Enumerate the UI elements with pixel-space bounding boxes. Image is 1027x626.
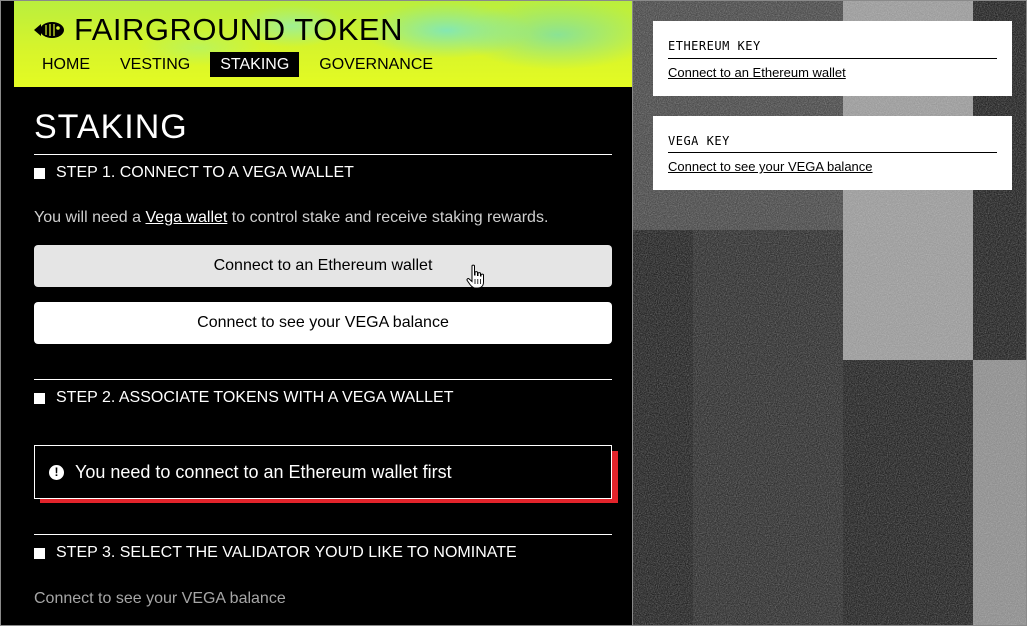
error-message: You need to connect to an Ethereum walle… [75, 461, 452, 482]
divider [34, 154, 612, 155]
card-divider [668, 152, 997, 153]
helper-prefix: You will need a [34, 209, 146, 226]
step-square-icon [34, 167, 45, 179]
step-square-icon [34, 547, 45, 559]
divider [34, 534, 612, 535]
connect-vega-link[interactable]: Connect to see your VEGA balance [668, 159, 873, 174]
staking-panel: FAIRGROUND TOKEN HOME VESTING STAKING GO… [14, 0, 633, 626]
ethereum-key-card: ETHEREUM KEY Connect to an Ethereum wall… [653, 21, 1012, 96]
vega-key-card: VEGA KEY Connect to see your VEGA balanc… [653, 116, 1012, 190]
nav-staking[interactable]: STAKING [210, 52, 300, 77]
vega-wallet-link[interactable]: Vega wallet [146, 209, 228, 226]
divider [34, 379, 612, 380]
fish-logo-icon[interactable] [32, 18, 66, 42]
step2-heading-text: STEP 2. ASSOCIATE TOKENS WITH A VEGA WAL… [56, 389, 454, 406]
step1-heading: STEP 1. CONNECT TO A VEGA WALLET [34, 164, 354, 182]
main-nav: HOME VESTING STAKING GOVERNANCE [32, 52, 453, 77]
error-callout: ! You need to connect to an Ethereum wal… [34, 445, 612, 499]
site-header: FAIRGROUND TOKEN HOME VESTING STAKING GO… [14, 0, 632, 87]
step3-connect-vega-link[interactable]: Connect to see your VEGA balance [34, 590, 286, 608]
connect-vega-button[interactable]: Connect to see your VEGA balance [34, 302, 612, 344]
nav-governance[interactable]: GOVERNANCE [309, 52, 443, 77]
vega-key-title: VEGA KEY [668, 134, 730, 148]
nav-home[interactable]: HOME [32, 52, 100, 77]
connect-ethereum-button[interactable]: Connect to an Ethereum wallet [34, 245, 612, 287]
card-divider [668, 58, 997, 59]
step2-heading: STEP 2. ASSOCIATE TOKENS WITH A VEGA WAL… [34, 389, 453, 407]
connect-ethereum-link[interactable]: Connect to an Ethereum wallet [668, 65, 846, 80]
helper-suffix: to control stake and receive staking rew… [227, 209, 549, 226]
hand-pointer-cursor-icon [466, 264, 484, 289]
ethereum-key-title: ETHEREUM KEY [668, 39, 761, 53]
alert-icon: ! [49, 464, 64, 480]
page-title: STAKING [34, 108, 188, 146]
brand-title[interactable]: FAIRGROUND TOKEN [74, 12, 403, 48]
step3-heading: STEP 3. SELECT THE VALIDATOR YOU'D LIKE … [34, 544, 517, 562]
step1-heading-text: STEP 1. CONNECT TO A VEGA WALLET [56, 164, 354, 181]
step1-helper-text: You will need a Vega wallet to control s… [34, 209, 548, 227]
step3-heading-text: STEP 3. SELECT THE VALIDATOR YOU'D LIKE … [56, 544, 517, 561]
step-square-icon [34, 392, 45, 404]
nav-vesting[interactable]: VESTING [110, 52, 200, 77]
